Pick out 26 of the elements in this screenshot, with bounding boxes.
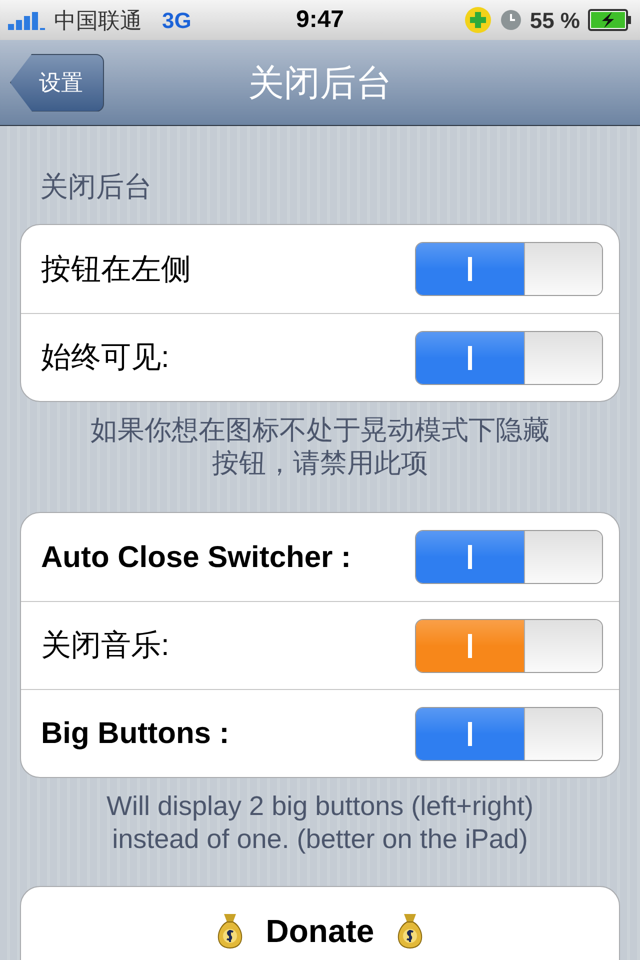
group-footer-text: 按钮，请禁用此项 <box>212 447 428 480</box>
back-button[interactable]: 设置 <box>10 54 104 112</box>
setting-label: Big Buttons : <box>41 716 230 752</box>
setting-label: Auto Close Switcher : <box>41 540 352 576</box>
section-header: 关闭后台 <box>40 170 153 204</box>
carrier-name: 中国联通 <box>54 6 142 34</box>
donate-button[interactable]: Donate <box>20 886 620 960</box>
status-time: 9:47 <box>296 5 344 35</box>
signal-icon <box>8 10 46 30</box>
setting-label: 始终可见: <box>41 340 170 376</box>
clock-icon <box>500 9 522 31</box>
setting-label: 关闭音乐: <box>41 628 170 664</box>
page-title: 关闭后台 <box>248 60 392 104</box>
battery-charging-icon <box>588 9 632 31</box>
toggle-switch[interactable] <box>415 242 603 296</box>
plus-badge-icon <box>464 6 492 34</box>
group-footer-text: instead of one. (better on the iPad) <box>112 823 528 856</box>
setting-label: 按钮在左侧 <box>41 252 192 288</box>
toggle-switch[interactable] <box>415 330 603 384</box>
toggle-switch[interactable] <box>415 706 603 760</box>
toggle-switch[interactable] <box>415 530 603 584</box>
toggle-switch[interactable] <box>415 618 603 672</box>
battery-percent: 55 % <box>530 6 580 34</box>
group-footer-text: Will display 2 big buttons (left+right) <box>106 790 534 823</box>
network-type: 3G <box>162 6 192 34</box>
group-footer-text: 如果你想在图标不处于晃动模式下隐藏 <box>90 414 550 447</box>
